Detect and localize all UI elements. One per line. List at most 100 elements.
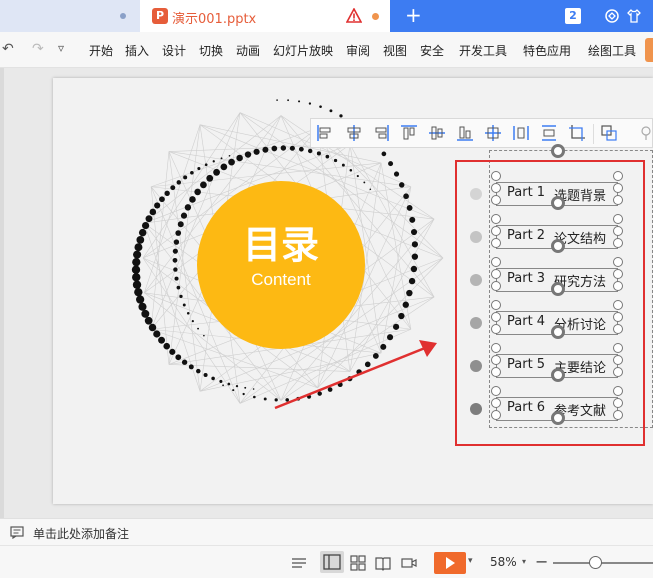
notes-placeholder: 单击此处添加备注 <box>33 527 130 541</box>
crop-icon[interactable] <box>567 123 587 143</box>
resize-handle[interactable] <box>613 257 623 267</box>
resize-handle[interactable] <box>491 367 501 377</box>
rotate-handle-icon[interactable] <box>551 239 565 253</box>
play-slideshow-button[interactable] <box>434 552 466 574</box>
resize-handle[interactable] <box>491 269 501 279</box>
resize-handle[interactable] <box>491 300 501 310</box>
menu-tab-view[interactable]: 视图 <box>383 42 407 59</box>
rotate-handle-icon[interactable] <box>551 368 565 382</box>
resize-handle[interactable] <box>491 183 501 193</box>
slide-canvas[interactable]: 目录 Content Part 1 选题背景 Part 2 论文结构 Part 3 研究方… <box>53 78 653 504</box>
align-both-icon[interactable] <box>483 123 503 143</box>
quick-access-more-icon[interactable]: ▿ <box>58 41 64 55</box>
play-options-chevron-icon[interactable]: ▾ <box>468 556 473 566</box>
resize-handle[interactable] <box>491 171 501 181</box>
resize-handle[interactable] <box>491 343 501 353</box>
resize-handle[interactable] <box>613 214 623 224</box>
slide-sorter-icon[interactable] <box>349 554 367 572</box>
zoom-level[interactable]: 58% <box>490 555 517 569</box>
normal-view-icon <box>323 554 341 570</box>
menu-tab-insert[interactable]: 插入 <box>125 42 149 59</box>
group-rotate-handle-icon[interactable] <box>551 144 565 158</box>
undo-icon[interactable]: ↶ <box>2 41 14 57</box>
resize-handle[interactable] <box>613 281 623 291</box>
redo-icon[interactable]: ↷ <box>32 41 44 57</box>
align-left-icon[interactable] <box>315 123 335 143</box>
normal-view-button[interactable] <box>320 551 344 573</box>
menu-tab-slideshow[interactable]: 幻灯片放映 <box>273 42 333 59</box>
window-count-badge[interactable]: 2 <box>565 8 581 24</box>
resize-handle[interactable] <box>491 195 501 205</box>
align-middle-icon[interactable] <box>427 123 447 143</box>
menu-tab-transition[interactable]: 切换 <box>199 42 223 59</box>
menu-tab-animation[interactable]: 动画 <box>236 42 260 59</box>
zoom-out-button[interactable]: − <box>535 552 548 571</box>
resize-handle[interactable] <box>613 324 623 334</box>
menu-tab-design[interactable]: 设计 <box>162 42 186 59</box>
notes-pane[interactable]: 单击此处添加备注 <box>0 518 653 545</box>
resize-handle[interactable] <box>491 257 501 267</box>
rotate-handle-icon[interactable] <box>551 282 565 296</box>
resize-handle[interactable] <box>613 238 623 248</box>
resize-handle[interactable] <box>613 183 623 193</box>
thumbnail-panel-edge[interactable] <box>0 68 4 518</box>
presenter-view-icon[interactable] <box>400 554 418 572</box>
resize-handle[interactable] <box>491 355 501 365</box>
group-icon[interactable] <box>599 123 619 143</box>
resize-handle[interactable] <box>491 386 501 396</box>
menu-tab-drawing-tools[interactable]: 绘图工具 <box>588 42 636 59</box>
new-tab-button[interactable]: + <box>405 4 422 26</box>
distribute-horizontal-icon[interactable] <box>511 123 531 143</box>
skin-icon[interactable] <box>604 8 620 24</box>
resize-handle[interactable] <box>491 238 501 248</box>
align-top-icon[interactable] <box>399 123 419 143</box>
zoom-slider-track[interactable] <box>553 562 653 564</box>
resize-handle[interactable] <box>613 195 623 205</box>
warning-icon[interactable] <box>346 8 362 24</box>
resize-handle[interactable] <box>613 300 623 310</box>
resize-handle[interactable] <box>613 269 623 279</box>
resize-handle[interactable] <box>491 410 501 420</box>
rotate-handle-icon[interactable] <box>551 411 565 425</box>
resize-handle[interactable] <box>613 171 623 181</box>
align-bottom-icon[interactable] <box>455 123 475 143</box>
tab-document[interactable]: P 演示001.pptx <box>140 0 390 32</box>
resize-handle[interactable] <box>613 398 623 408</box>
agenda-bullet-icon <box>470 360 482 372</box>
menu-tab-features[interactable]: 特色应用 <box>523 42 571 59</box>
agenda-part-label: Part 5 <box>507 357 546 372</box>
agenda-part-label: Part 3 <box>507 271 546 286</box>
agenda-bullet-icon <box>470 403 482 415</box>
resize-handle[interactable] <box>613 226 623 236</box>
tab-previous[interactable] <box>0 0 140 32</box>
zoom-slider-thumb[interactable] <box>589 556 602 569</box>
agenda-bullet-icon <box>470 188 482 200</box>
resize-handle[interactable] <box>491 281 501 291</box>
resize-handle[interactable] <box>491 398 501 408</box>
zoom-chevron-icon[interactable]: ▾ <box>522 557 526 566</box>
resize-handle[interactable] <box>613 312 623 322</box>
toc-circle[interactable]: 目录 Content <box>197 181 365 349</box>
outline-view-icon[interactable] <box>290 554 308 572</box>
rotate-handle-icon[interactable] <box>551 196 565 210</box>
resize-handle[interactable] <box>613 386 623 396</box>
resize-handle[interactable] <box>491 226 501 236</box>
align-right-icon[interactable] <box>371 123 391 143</box>
menu-tab-developer[interactable]: 开发工具 <box>459 42 507 59</box>
resize-handle[interactable] <box>491 312 501 322</box>
resize-handle[interactable] <box>491 214 501 224</box>
resize-handle[interactable] <box>613 367 623 377</box>
menu-tab-home[interactable]: 开始 <box>89 42 113 59</box>
menu-tab-review[interactable]: 审阅 <box>346 42 370 59</box>
more-icon[interactable] <box>636 123 653 143</box>
reading-view-icon[interactable] <box>374 554 392 572</box>
resize-handle[interactable] <box>491 324 501 334</box>
align-center-icon[interactable] <box>344 123 364 143</box>
distribute-vertical-icon[interactable] <box>539 123 559 143</box>
resize-handle[interactable] <box>613 343 623 353</box>
resize-handle[interactable] <box>613 355 623 365</box>
menu-tab-security[interactable]: 安全 <box>420 42 444 59</box>
resize-handle[interactable] <box>613 410 623 420</box>
rotate-handle-icon[interactable] <box>551 325 565 339</box>
shirt-icon[interactable] <box>626 8 642 24</box>
